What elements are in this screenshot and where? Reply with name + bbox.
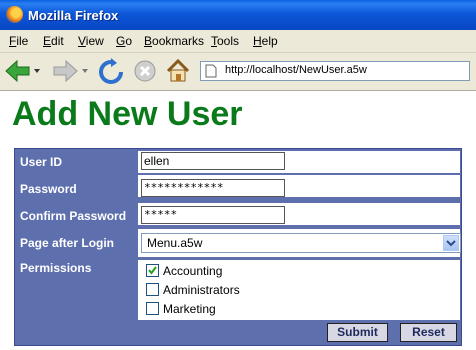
stop-icon — [134, 60, 156, 82]
forward-button[interactable] — [52, 58, 88, 84]
firefox-logo-icon — [6, 6, 23, 23]
menu-bar: File Edit View Go Bookmarks Tools Help — [0, 30, 476, 53]
reset-button[interactable]: Reset — [400, 323, 457, 342]
menu-help[interactable]: Help — [253, 34, 278, 48]
window-title: Mozilla Firefox — [28, 8, 119, 23]
menu-edit[interactable]: Edit — [43, 34, 64, 48]
address-bar[interactable]: http://localhost/NewUser.a5w — [200, 61, 470, 81]
page-title: Add New User — [12, 95, 243, 133]
confirm-password-label: Confirm Password — [20, 209, 127, 223]
administrators-checkbox[interactable] — [146, 283, 159, 297]
menu-go[interactable]: Go — [116, 34, 132, 48]
menu-file[interactable]: File — [9, 34, 28, 48]
permission-accounting[interactable]: Accounting — [146, 264, 222, 278]
menu-tools[interactable]: Tools — [211, 34, 239, 48]
permission-administrators[interactable]: Administrators — [146, 283, 240, 297]
administrators-label: Administrators — [163, 283, 240, 297]
dropdown-arrow-button[interactable] — [443, 235, 459, 251]
reload-button[interactable] — [97, 58, 125, 86]
marketing-label: Marketing — [163, 302, 216, 316]
accounting-label: Accounting — [163, 264, 223, 278]
marketing-checkbox[interactable] — [146, 302, 159, 316]
title-bar: Mozilla Firefox — [0, 0, 476, 30]
stop-button[interactable] — [132, 58, 158, 84]
home-icon — [166, 58, 190, 82]
password-input[interactable]: ************ — [141, 179, 285, 197]
forward-arrow-icon — [53, 59, 88, 83]
back-button[interactable] — [4, 58, 40, 84]
reload-icon — [99, 58, 123, 84]
page-content: Add New User User ID Password Confirm Pa… — [0, 91, 476, 350]
menu-view[interactable]: View — [78, 34, 104, 48]
chevron-down-icon — [446, 240, 456, 247]
page-after-login-select[interactable]: Menu.a5w — [141, 233, 461, 253]
page-after-login-label: Page after Login — [20, 236, 115, 250]
menu-bookmarks[interactable]: Bookmarks — [144, 34, 204, 48]
checkmark-icon — [148, 266, 157, 275]
accounting-checkbox[interactable] — [146, 264, 159, 278]
user-id-input[interactable]: ellen — [141, 152, 285, 170]
back-arrow-icon — [5, 59, 40, 83]
confirm-password-input[interactable]: ***** — [141, 206, 285, 224]
submit-button[interactable]: Submit — [327, 323, 388, 342]
permission-marketing[interactable]: Marketing — [146, 302, 216, 316]
url-text: http://localhost/NewUser.a5w — [225, 64, 367, 76]
page-icon — [205, 64, 217, 78]
navigation-toolbar: http://localhost/NewUser.a5w — [0, 53, 476, 91]
page-after-login-value: Menu.a5w — [147, 236, 203, 250]
home-button[interactable] — [164, 57, 192, 85]
password-label: Password — [20, 182, 77, 196]
user-id-label: User ID — [20, 155, 63, 169]
permissions-label: Permissions — [20, 261, 92, 275]
new-user-form: User ID Password Confirm Password Page a… — [14, 148, 462, 346]
